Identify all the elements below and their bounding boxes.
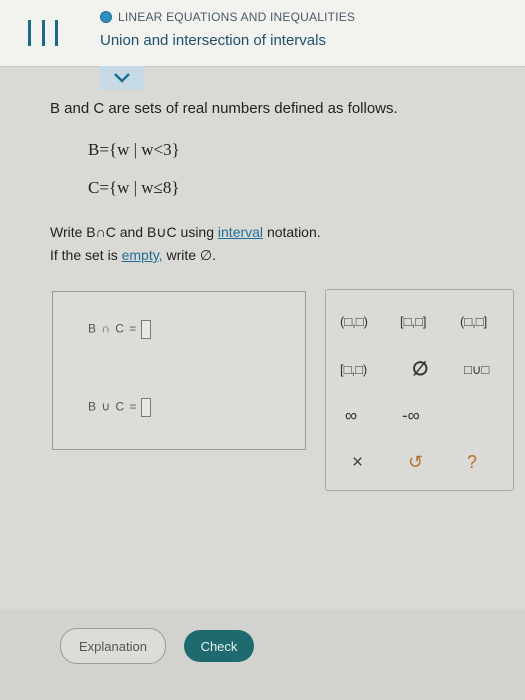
empty-set-button[interactable]: ∅	[412, 358, 429, 381]
subtopic-title: Union and intersection of intervals	[100, 32, 326, 49]
math-keypad: (□,□) [□,□] (□,□] [□,□) ∅ □∪□ ∞ -∞ × ↺ ?	[325, 289, 514, 491]
interval-link[interactable]: interval	[218, 224, 263, 240]
instruction-prefix: Write B∩C and B∪C using	[50, 224, 215, 240]
topic-title: LINEAR EQUATIONS AND INEQUALITIES	[118, 10, 356, 24]
open-open-interval-button[interactable]: (□,□)	[340, 314, 368, 329]
intersection-row: B ∩ C =	[88, 320, 152, 339]
status-dot-icon	[100, 11, 112, 23]
union-input[interactable]	[141, 398, 152, 417]
collapse-toggle[interactable]	[100, 66, 144, 90]
infinity-button[interactable]: ∞	[345, 406, 357, 426]
union-row: B ∪ C =	[88, 398, 152, 417]
empty-prefix: If the set is	[50, 247, 118, 263]
explanation-button[interactable]: Explanation	[60, 628, 166, 664]
negative-infinity-button[interactable]: -∞	[402, 406, 420, 426]
instruction-suffix: notation.	[266, 224, 321, 240]
menu-icon[interactable]	[28, 20, 58, 46]
instruction-line: Write B∩C and B∪C using interval notatio…	[50, 224, 321, 241]
undo-icon[interactable]: ↺	[408, 452, 423, 473]
intersection-input[interactable]	[141, 320, 152, 339]
question-prompt: B and C are sets of real numbers defined…	[50, 100, 398, 117]
answer-box: B ∩ C = B ∪ C =	[52, 291, 306, 450]
union-label: B ∪ C =	[88, 399, 138, 414]
closed-open-interval-button[interactable]: [□,□)	[340, 362, 367, 377]
intersection-label: B ∩ C =	[88, 321, 138, 336]
set-c-definition: C={w | w≤8}	[88, 178, 180, 197]
closed-closed-interval-button[interactable]: [□,□]	[400, 314, 427, 329]
chevron-down-icon	[114, 73, 130, 83]
clear-icon[interactable]: ×	[352, 452, 363, 474]
help-icon[interactable]: ?	[467, 452, 477, 473]
empty-link[interactable]: empty,	[122, 247, 163, 263]
header-bar: LINEAR EQUATIONS AND INEQUALITIES Union …	[0, 0, 525, 67]
empty-suffix: write ∅.	[166, 247, 217, 263]
check-button[interactable]: Check	[184, 630, 254, 662]
union-button[interactable]: □∪□	[464, 362, 489, 378]
empty-instruction-line: If the set is empty, write ∅.	[50, 247, 216, 264]
open-closed-interval-button[interactable]: (□,□]	[460, 314, 487, 329]
screen: LINEAR EQUATIONS AND INEQUALITIES Union …	[0, 0, 525, 700]
set-b-definition: B={w | w<3}	[88, 140, 180, 159]
